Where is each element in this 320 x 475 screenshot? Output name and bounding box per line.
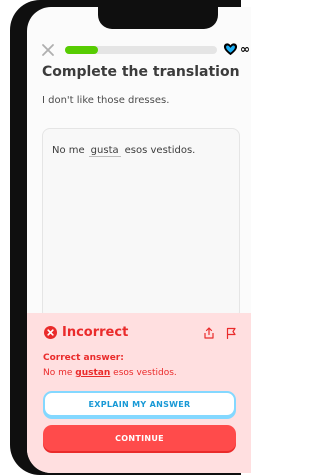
close-icon[interactable]	[41, 43, 55, 57]
share-icon[interactable]	[203, 327, 215, 339]
hearts-count: ∞	[240, 42, 250, 56]
feedback-status: Incorrect	[62, 325, 129, 340]
explain-my-answer-button[interactable]: EXPLAIN MY ANSWER	[43, 391, 236, 417]
feedback-panel: Incorrect Correct answer: No me gustan e…	[27, 313, 251, 473]
feedback-header: Incorrect	[44, 325, 128, 340]
challenge-title: Complete the translation	[42, 64, 240, 80]
continue-button[interactable]: CONTINUE	[43, 425, 236, 451]
sentence-end: esos vestidos.	[124, 145, 196, 156]
flag-icon[interactable]	[225, 327, 237, 339]
answer-box: No me gusta esos vestidos.	[42, 128, 240, 320]
correct-answer-highlight: gustan	[75, 368, 111, 378]
correct-answer-label: Correct answer:	[43, 353, 124, 363]
x-circle-icon	[44, 326, 57, 339]
phone-notch	[98, 7, 218, 29]
sentence-start: No me	[52, 145, 85, 156]
lesson-progress-bar	[65, 46, 217, 54]
correct-answer-start: No me	[43, 368, 73, 378]
heart-icon	[223, 43, 238, 56]
correct-answer-end: esos vestidos.	[113, 368, 177, 378]
hearts-counter[interactable]: ∞	[223, 42, 250, 57]
translation-sentence: No me gusta esos vestidos.	[52, 145, 195, 157]
answer-blank-input[interactable]: gusta	[88, 145, 121, 157]
correct-answer-text: No me gustan esos vestidos.	[43, 368, 177, 378]
phone-frame: ∞ Complete the translation I don't like …	[10, 0, 251, 475]
app-screen: ∞ Complete the translation I don't like …	[27, 7, 251, 473]
challenge-prompt: I don't like those dresses.	[42, 95, 170, 106]
progress-fill	[65, 46, 99, 54]
